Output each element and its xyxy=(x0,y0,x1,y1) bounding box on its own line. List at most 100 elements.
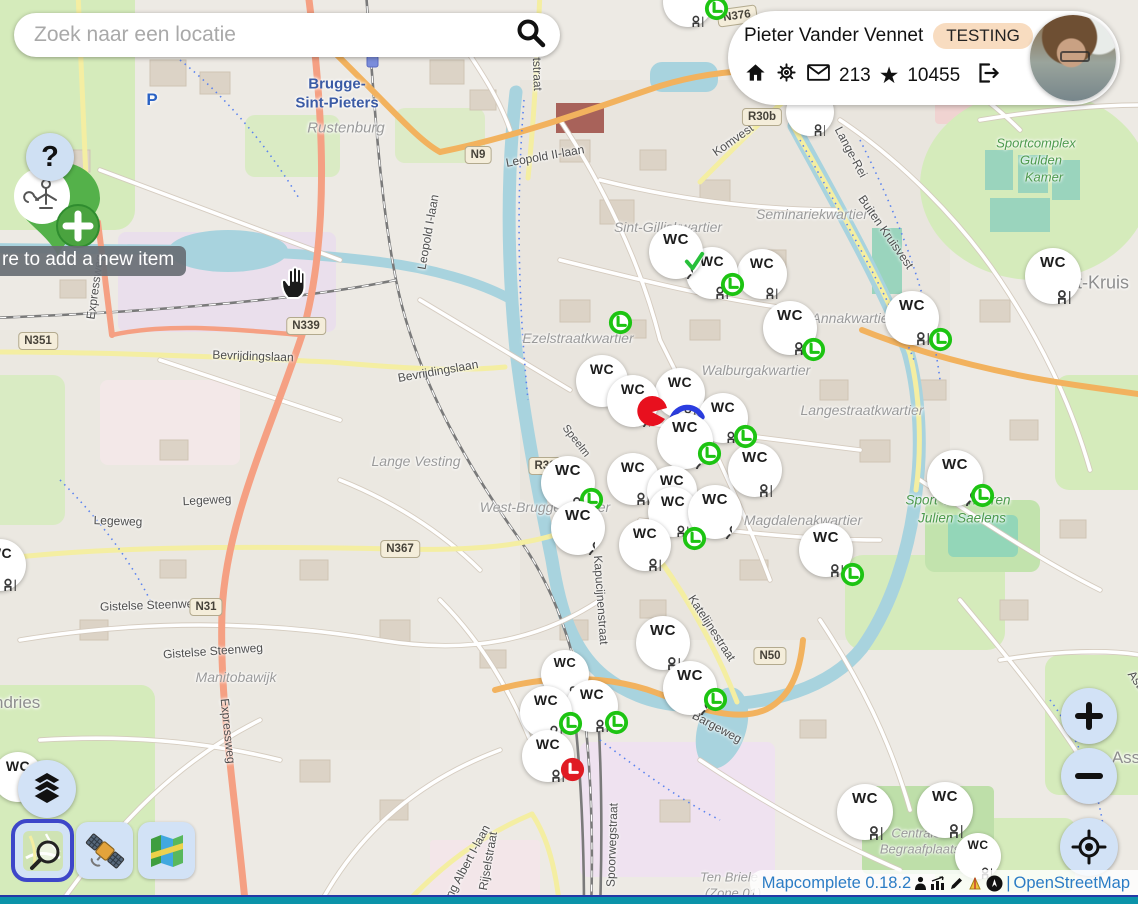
zoom-out-button[interactable] xyxy=(1061,748,1117,804)
osm-map-icon xyxy=(20,828,66,874)
add-item-tooltip: re to add a new item xyxy=(0,246,186,276)
user-stats-icon[interactable] xyxy=(914,876,927,891)
opening-hours-open-badge xyxy=(839,561,866,588)
search-icon[interactable] xyxy=(514,16,548,55)
toilet-acc-icon xyxy=(616,396,649,427)
minus-icon xyxy=(1073,760,1105,792)
app-version-label[interactable]: Mapcomplete 0.18.2 xyxy=(762,874,912,893)
geolocate-button[interactable] xyxy=(1060,818,1118,876)
map-marker-toilet[interactable]: WC xyxy=(607,375,659,427)
opening-hours-open-badge xyxy=(927,326,954,353)
marker-wc-label: WC xyxy=(534,693,558,707)
crosshair-icon xyxy=(1071,829,1107,865)
marker-wc-label: WC xyxy=(672,420,698,435)
map-marker-toilet[interactable]: WC xyxy=(763,301,817,355)
map-marker-toilet[interactable]: WC xyxy=(1025,248,1081,304)
opening-hours-open-badge xyxy=(719,271,746,298)
layers-icon xyxy=(31,770,63,809)
marker-wc-label: WC xyxy=(660,473,684,487)
mapcomplete-app: Brugge-Sint-PietersPRustenburgSint-Gilli… xyxy=(0,0,1138,904)
star-icon[interactable]: ★ xyxy=(879,64,900,87)
opening-hours-open-badge xyxy=(800,336,827,363)
opening-hours-open-badge xyxy=(702,686,729,713)
toilet-mf-icon xyxy=(628,540,661,571)
marker-wc-label: WC xyxy=(1040,255,1066,270)
search-input[interactable] xyxy=(32,22,514,48)
map-marker-toilet[interactable]: WC xyxy=(551,501,605,555)
map-marker-toilet[interactable]: WC xyxy=(728,443,782,497)
map-marker-toilet[interactable]: WC xyxy=(657,413,713,469)
statistics-icon[interactable] xyxy=(930,876,946,891)
marker-wc-label: WC xyxy=(661,494,685,508)
toilet-mf-icon xyxy=(1035,270,1071,304)
map-marker-toilet[interactable]: WC xyxy=(799,523,853,577)
map-marker-toilet[interactable]: WC xyxy=(663,661,717,715)
map-marker-toilet[interactable]: WC xyxy=(917,782,973,838)
opening-hours-open-badge xyxy=(969,482,996,509)
background-layer-chooser xyxy=(14,822,195,879)
marker-wc-label: WC xyxy=(750,256,774,270)
marker-wc-label: WC xyxy=(813,530,839,545)
opening-hours-open-badge xyxy=(696,440,723,467)
stars-count[interactable]: 10455 xyxy=(907,65,960,87)
mapillary-disc-icon[interactable] xyxy=(986,875,1003,892)
opening-hours-open-badge xyxy=(681,525,708,552)
map-marker-toilet[interactable]: WC xyxy=(885,291,939,345)
toilet-acc-icon xyxy=(561,523,596,555)
marker-wc-label: WC xyxy=(0,546,12,560)
user-avatar[interactable] xyxy=(1030,15,1116,101)
marker-wc-label: WC xyxy=(777,308,803,323)
toilet-mf-icon xyxy=(847,806,883,840)
attribution-separator: | xyxy=(1006,874,1010,893)
marker-wc-label: WC xyxy=(711,400,735,414)
marker-wc-label: WC xyxy=(554,656,577,669)
map-marker-toilet[interactable]: WC xyxy=(688,485,742,539)
user-name: Pieter Vander Vennet xyxy=(744,25,923,47)
toilet-mf-icon xyxy=(927,804,963,838)
marker-wc-label: WC xyxy=(580,687,604,701)
marker-wc-label: WC xyxy=(663,232,689,247)
toilet-mf-icon xyxy=(746,270,778,300)
check-badge xyxy=(681,249,708,276)
zoom-in-button[interactable] xyxy=(1061,688,1117,744)
map-marker-toilet[interactable]: WC xyxy=(649,225,703,279)
folded-map-icon xyxy=(145,829,189,873)
home-icon[interactable] xyxy=(744,61,767,90)
messages-count[interactable]: 213 xyxy=(839,65,871,87)
help-button[interactable]: ? xyxy=(26,133,74,181)
toilet-mf-icon xyxy=(795,107,826,136)
marker-wc-label: WC xyxy=(852,791,878,806)
messages-envelope-icon[interactable] xyxy=(806,62,831,89)
marker-wc-label: WC xyxy=(668,375,692,389)
marker-wc-label: WC xyxy=(899,298,925,313)
marker-wc-label: WC xyxy=(633,526,657,540)
map-marker-toilet[interactable]: WC xyxy=(927,450,983,506)
background-option-osm[interactable] xyxy=(14,822,71,879)
map-marker-toilet[interactable]: WC xyxy=(522,730,574,782)
hand-cursor-icon xyxy=(277,264,311,307)
opening-hours-closed-badge xyxy=(559,756,586,783)
toilet-mf-icon xyxy=(672,0,704,27)
map-marker-toilet[interactable]: WC xyxy=(619,519,671,571)
opening-hours-open-badge xyxy=(603,709,630,736)
plus-icon xyxy=(1073,700,1105,732)
toilet-mf-icon xyxy=(895,313,930,345)
toilet-mf-icon xyxy=(0,560,17,591)
settings-gear-icon[interactable] xyxy=(775,61,798,90)
map-marker-toilet[interactable]: WC xyxy=(655,368,705,418)
toilet-mf-icon xyxy=(616,474,649,505)
marker-wc-label: WC xyxy=(565,508,591,523)
background-option-map[interactable] xyxy=(138,822,195,879)
horizontal-scrollbar[interactable] xyxy=(0,895,1138,904)
toilet-mf-icon xyxy=(738,465,773,497)
layers-button[interactable] xyxy=(18,760,76,818)
openstreetmap-link[interactable]: OpenStreetMap xyxy=(1014,874,1130,893)
edit-pencil-icon[interactable] xyxy=(949,876,964,891)
josm-tools-icon[interactable] xyxy=(967,876,983,891)
marker-wc-label: WC xyxy=(932,789,958,804)
background-option-satellite[interactable] xyxy=(76,822,133,879)
satellite-icon xyxy=(83,829,127,873)
search-bar xyxy=(14,13,560,57)
map-marker-toilet[interactable]: WC xyxy=(837,784,893,840)
logout-icon[interactable] xyxy=(976,62,1000,90)
